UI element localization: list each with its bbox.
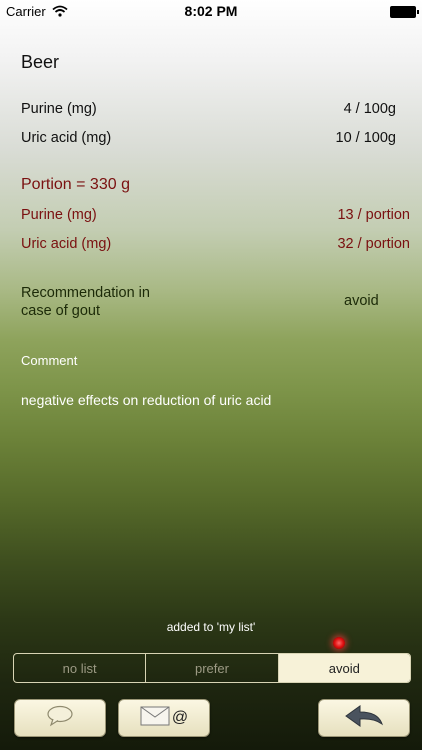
- email-button[interactable]: @: [118, 699, 210, 737]
- recommendation-label: Recommendation in case of gout: [21, 284, 201, 320]
- list-segmented-control[interactable]: no list prefer avoid: [13, 653, 411, 683]
- recommendation-value: avoid: [344, 293, 379, 309]
- comment-button[interactable]: [14, 699, 106, 737]
- portion-title: Portion = 330 g: [21, 176, 130, 193]
- battery-icon: [390, 6, 419, 18]
- comment-text: negative effects on reduction of uric ac…: [21, 392, 272, 408]
- portion-purine-label: Purine (mg): [21, 207, 97, 223]
- speech-bubble-icon: [45, 705, 75, 732]
- segment-avoid[interactable]: avoid: [278, 654, 410, 682]
- status-message: added to 'my list': [166, 620, 256, 634]
- portion-uric-acid-value: 32 / portion: [337, 236, 410, 252]
- at-sign-icon: @: [171, 709, 189, 726]
- recommendation-label-line2: case of gout: [21, 303, 100, 319]
- food-title: Beer: [21, 52, 60, 72]
- purine-value: 4 / 100g: [343, 101, 396, 117]
- uric-acid-label: Uric acid (mg): [21, 130, 112, 146]
- back-button[interactable]: [318, 699, 410, 737]
- portion-purine-value: 13 / portion: [337, 207, 410, 223]
- back-arrow-icon: [344, 704, 384, 733]
- status-bar: Carrier 8:02 PM: [0, 0, 422, 22]
- segment-prefer[interactable]: prefer: [146, 654, 279, 682]
- portion-uric-acid-label: Uric acid (mg): [21, 236, 112, 252]
- purine-label: Purine (mg): [21, 101, 97, 117]
- segment-no-list[interactable]: no list: [14, 654, 147, 682]
- recommendation-label-line1: Recommendation in: [21, 285, 150, 301]
- comment-label: Comment: [21, 353, 78, 368]
- uric-acid-value: 10 / 100g: [335, 130, 396, 146]
- envelope-icon: [140, 706, 170, 731]
- clock: 8:02 PM: [184, 3, 238, 19]
- red-dot-indicator: [333, 637, 345, 649]
